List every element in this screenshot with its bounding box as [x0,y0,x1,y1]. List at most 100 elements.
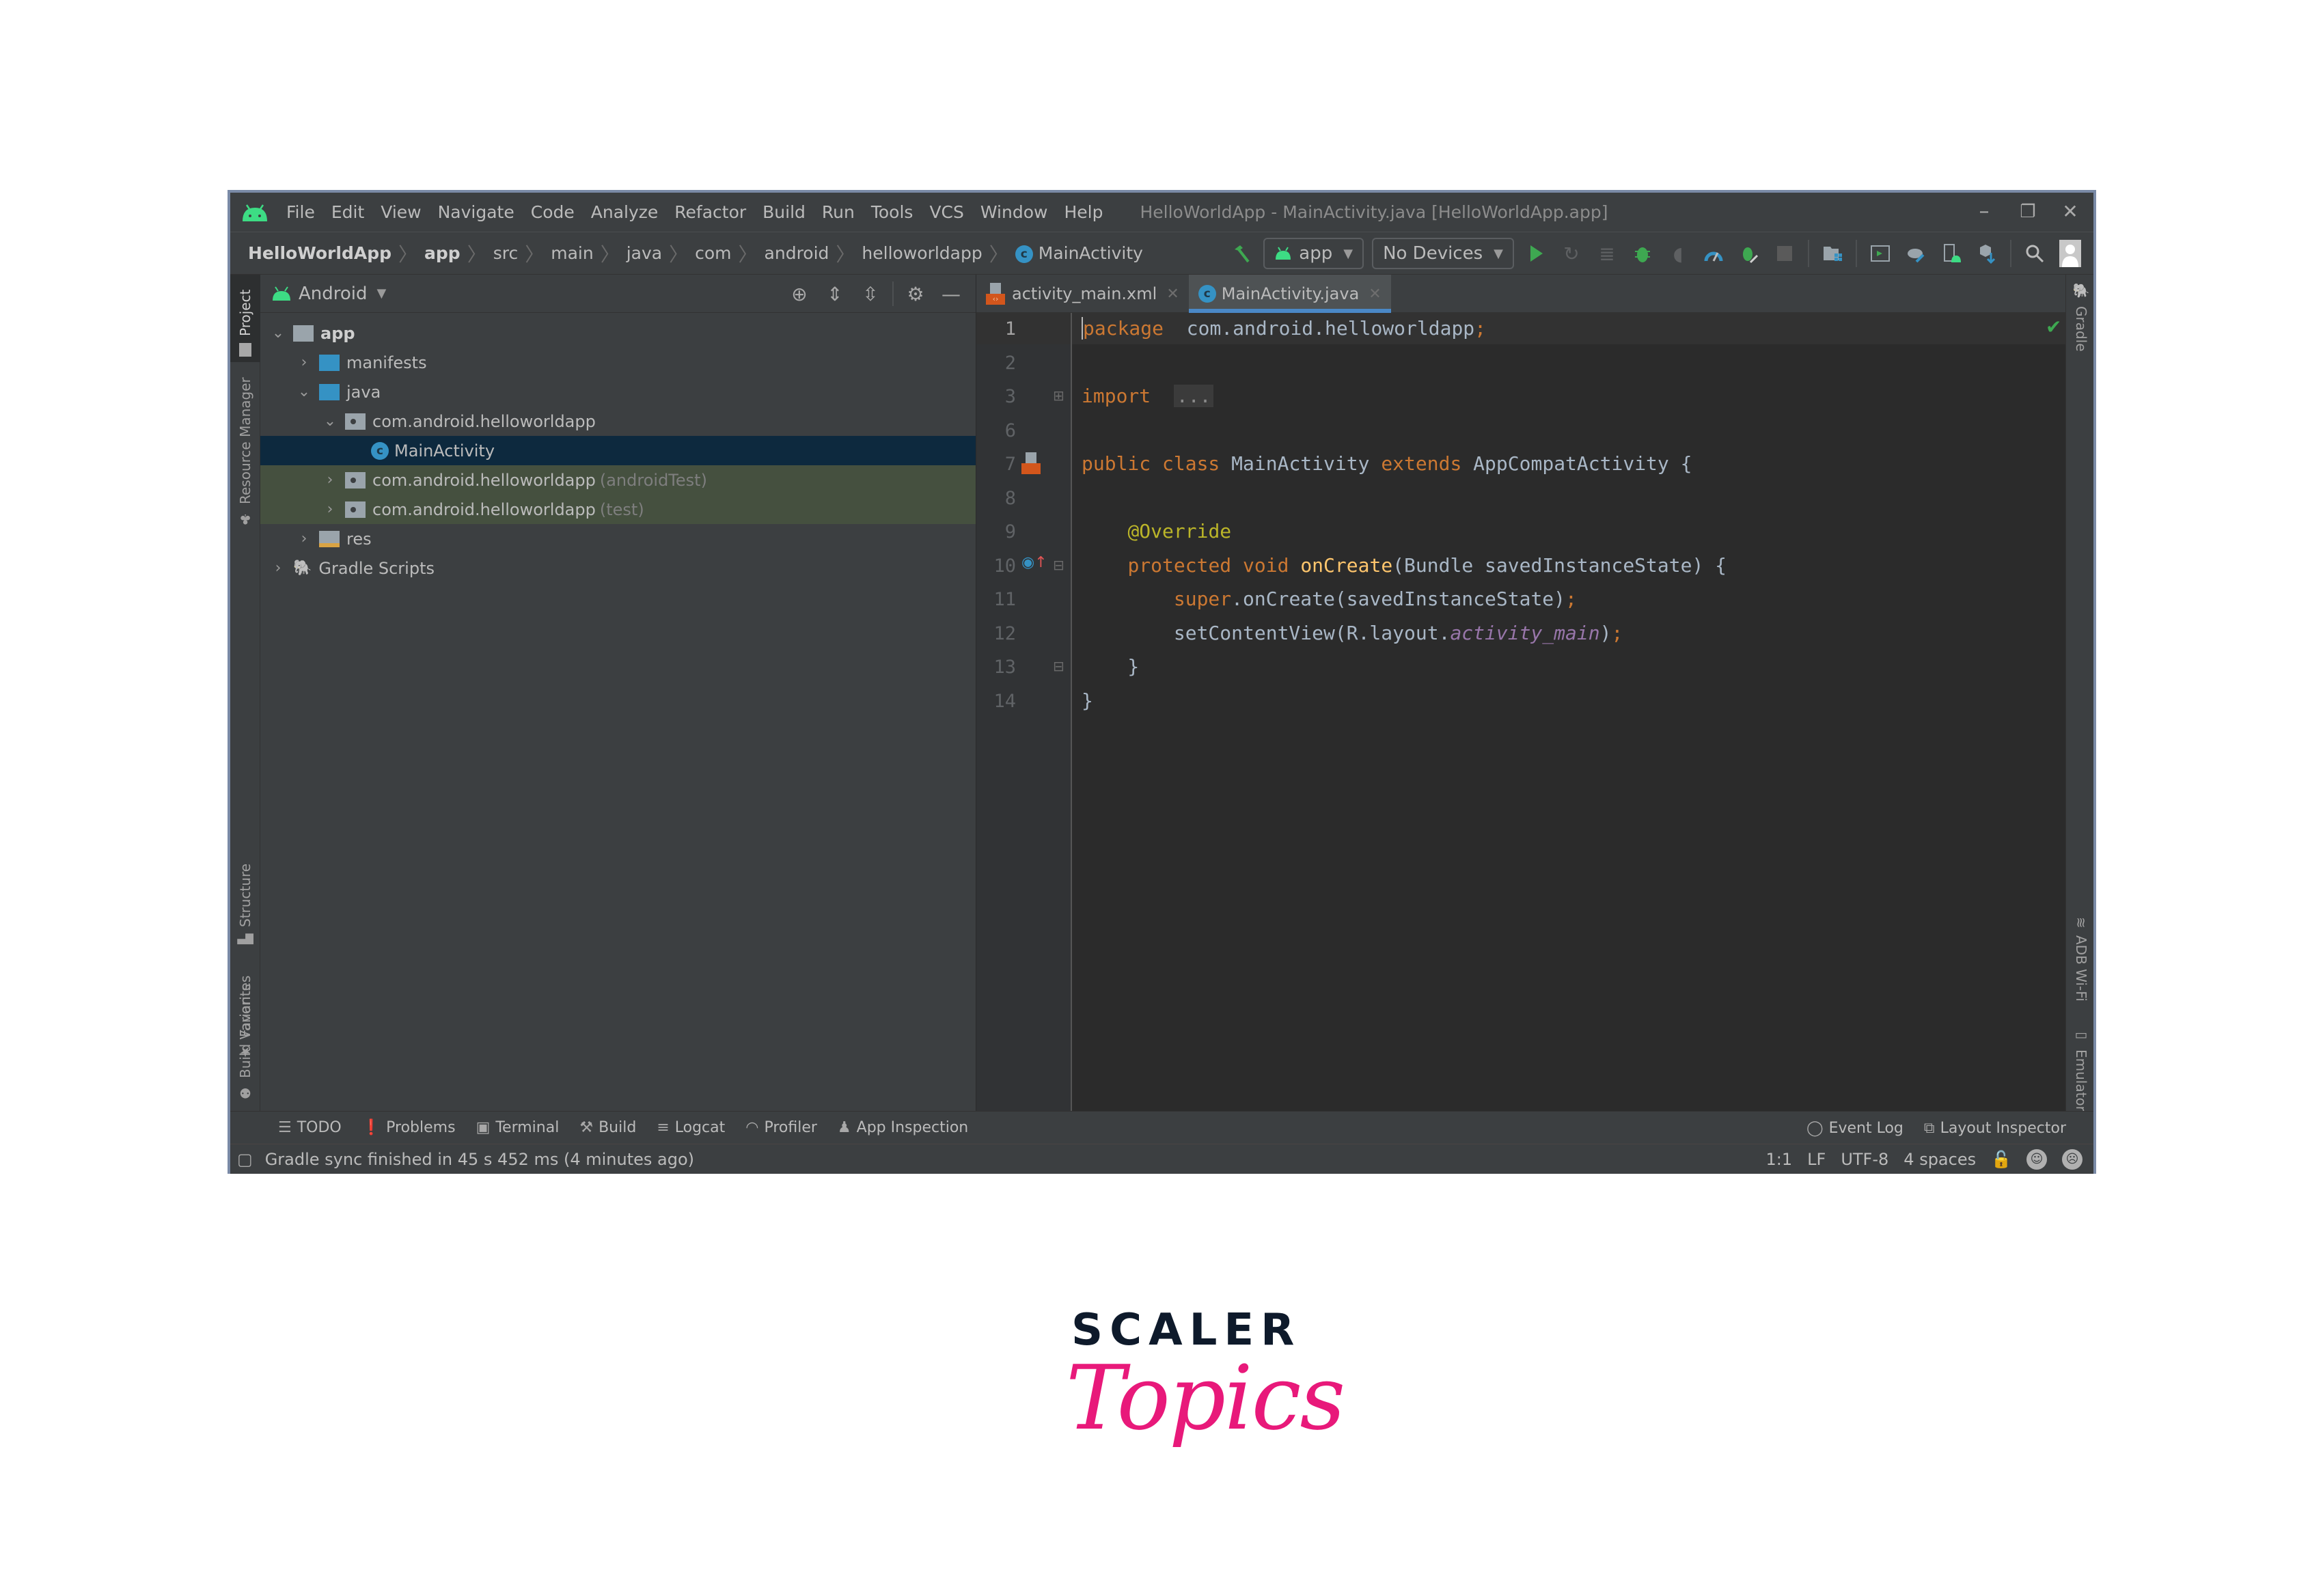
tool-window-build-variants[interactable]: ⚉ Build Variants [232,984,259,1101]
project-view-select[interactable]: Android [299,284,368,304]
sync-gradle-icon[interactable] [1902,240,1929,267]
code-line[interactable]: public class MainActivity extends AppCom… [1082,452,1692,475]
attach-debugger-icon[interactable]: ◖ [1664,240,1692,267]
chevron-right-icon[interactable]: › [296,530,312,547]
profile-icon[interactable] [1700,240,1727,267]
file-encoding[interactable]: UTF-8 [1841,1150,1888,1169]
tool-window-terminal[interactable]: ▣ Terminal [476,1119,560,1136]
gear-icon[interactable]: ⚙ [902,280,929,307]
tool-window-app-inspection[interactable]: ♟ App Inspection [838,1119,968,1136]
menu-refactor[interactable]: Refactor [674,202,746,222]
indent-setting[interactable]: 4 spaces [1903,1150,1976,1169]
menu-navigate[interactable]: Navigate [438,202,514,222]
tree-item[interactable]: ⌄ java [260,377,976,407]
apply-changes-icon[interactable]: ↻ [1558,240,1585,267]
menu-help[interactable]: Help [1064,202,1103,222]
menu-edit[interactable]: Edit [331,202,364,222]
run-icon[interactable] [1522,240,1550,267]
tree-item[interactable]: › 🐘 Gradle Scripts [260,553,976,583]
breadcrumb-item[interactable]: HelloWorldApp [248,243,391,263]
overrides-method-gutter-icon[interactable]: ◉↑ [1021,554,1047,571]
tool-window-gradle[interactable]: 🐘 Gradle [2067,283,2095,358]
chevron-down-icon[interactable]: ⌄ [270,325,286,342]
collapse-all-icon[interactable]: ⇳ [857,280,884,307]
device-manager-icon[interactable] [1938,240,1965,267]
folded-imports[interactable]: ... [1173,385,1214,407]
chevron-right-icon[interactable]: › [322,501,338,518]
breadcrumb-item[interactable]: app [424,243,461,263]
tool-window-structure[interactable]: ▙ Structure [232,849,259,944]
avd-manager-icon[interactable] [1867,240,1894,267]
attach-profiler-icon[interactable] [1735,240,1763,267]
fold-toggle-icon[interactable]: ⊟ [1053,658,1064,674]
tool-window-emulator[interactable]: ▭ Emulator [2067,1026,2095,1115]
breadcrumb-item[interactable]: main [551,243,593,263]
apply-code-changes-icon[interactable]: ≣ [1593,240,1621,267]
chevron-down-icon[interactable]: ⌄ [322,413,338,430]
menu-file[interactable]: File [286,202,315,222]
tree-item[interactable]: ⌄ com.android.helloworldapp [260,407,976,436]
tab-activity-main-xml[interactable]: ‹› activity_main.xml ✕ [976,275,1189,313]
chevron-down-icon[interactable]: ⌄ [296,383,312,400]
tree-item[interactable]: › res [260,524,976,553]
breadcrumb-item[interactable]: java [627,243,662,263]
tree-item[interactable]: › com.android.helloworldapp (test) [260,495,976,524]
menu-window[interactable]: Window [980,202,1048,222]
menu-tools[interactable]: Tools [871,202,913,222]
tool-window-project[interactable]: Project [232,281,259,357]
project-structure-icon[interactable] [1819,240,1846,267]
menu-vcs[interactable]: VCS [929,202,963,222]
breadcrumb-item[interactable]: com [695,243,731,263]
minimize-button[interactable]: – [1964,198,2005,225]
tool-window-todo[interactable]: ☰ TODO [278,1119,342,1136]
chevron-right-icon[interactable]: › [296,354,312,371]
close-tab-icon[interactable]: ✕ [1369,286,1381,303]
debug-icon[interactable] [1629,240,1656,267]
hammer-icon[interactable] [1228,240,1255,267]
inspection-ok-icon[interactable]: ✔ [2046,316,2061,338]
fold-toggle-icon[interactable]: ⊞ [1053,387,1064,404]
toggle-tool-windows-icon[interactable]: ▢ [237,1150,253,1169]
smiley-feedback-icon[interactable]: ☺ [2026,1149,2047,1170]
sdk-manager-icon[interactable] [1973,240,2001,267]
tree-item[interactable]: ⌄ app [260,318,976,348]
hide-panel-icon[interactable]: — [937,280,965,307]
tree-item[interactable]: c MainActivity [260,436,976,465]
breadcrumb-item[interactable]: android [765,243,829,263]
close-tab-icon[interactable]: ✕ [1166,286,1179,303]
menu-run[interactable]: Run [822,202,855,222]
chevron-down-icon[interactable]: ▼ [377,286,387,301]
menu-analyze[interactable]: Analyze [591,202,659,222]
tool-window-layout-inspector[interactable]: ⧉ Layout Inspector [1924,1120,2066,1137]
account-icon[interactable] [2057,240,2084,267]
locate-icon[interactable]: ⊕ [786,280,813,307]
code-line[interactable]: package com.android.helloworldapp; [1082,317,1486,340]
close-button[interactable]: ✕ [2050,198,2091,225]
breadcrumb-item[interactable]: src [493,243,519,263]
tool-window-adb-wifi[interactable]: ≋ ADB Wi-Fi [2067,917,2095,1013]
tree-item[interactable]: › com.android.helloworldapp (androidTest) [260,465,976,495]
code-line[interactable]: import ... [1082,385,1214,407]
unlock-icon[interactable]: 🔓 [1991,1150,2011,1169]
tool-window-event-log[interactable]: ◯ Event Log [1806,1120,1903,1137]
fold-toggle-icon[interactable]: ⊟ [1053,557,1064,573]
code-line[interactable]: super.onCreate(savedInstanceState); [1082,588,1577,610]
breadcrumb-item[interactable]: c MainActivity [1015,243,1143,263]
tab-mainactivity-java[interactable]: c MainActivity.java ✕ [1188,275,1391,313]
chevron-right-icon[interactable]: › [322,471,338,489]
chevron-right-icon[interactable]: › [270,560,286,577]
run-configuration-select[interactable]: app ▼ [1263,238,1364,269]
code-line[interactable]: protected void onCreate(Bundle savedInst… [1082,554,1727,577]
code-line[interactable]: setContentView(R.layout.activity_main); [1082,622,1623,644]
expand-all-icon[interactable]: ⇕ [821,280,849,307]
breadcrumb-item[interactable]: helloworldapp [862,243,982,263]
tool-window-problems[interactable]: ❗ Problems [362,1119,456,1136]
restore-button[interactable]: ❐ [2007,198,2048,225]
caret-position[interactable]: 1:1 [1766,1150,1793,1169]
tree-item[interactable]: › manifests [260,348,976,377]
menu-build[interactable]: Build [762,202,806,222]
layout-file-gutter-icon[interactable] [1021,452,1041,477]
tool-window-profiler[interactable]: ◠ Profiler [745,1119,817,1136]
status-message[interactable]: Gradle sync finished in 45 s 452 ms (4 m… [265,1150,694,1169]
code-line[interactable]: } [1082,689,1093,712]
